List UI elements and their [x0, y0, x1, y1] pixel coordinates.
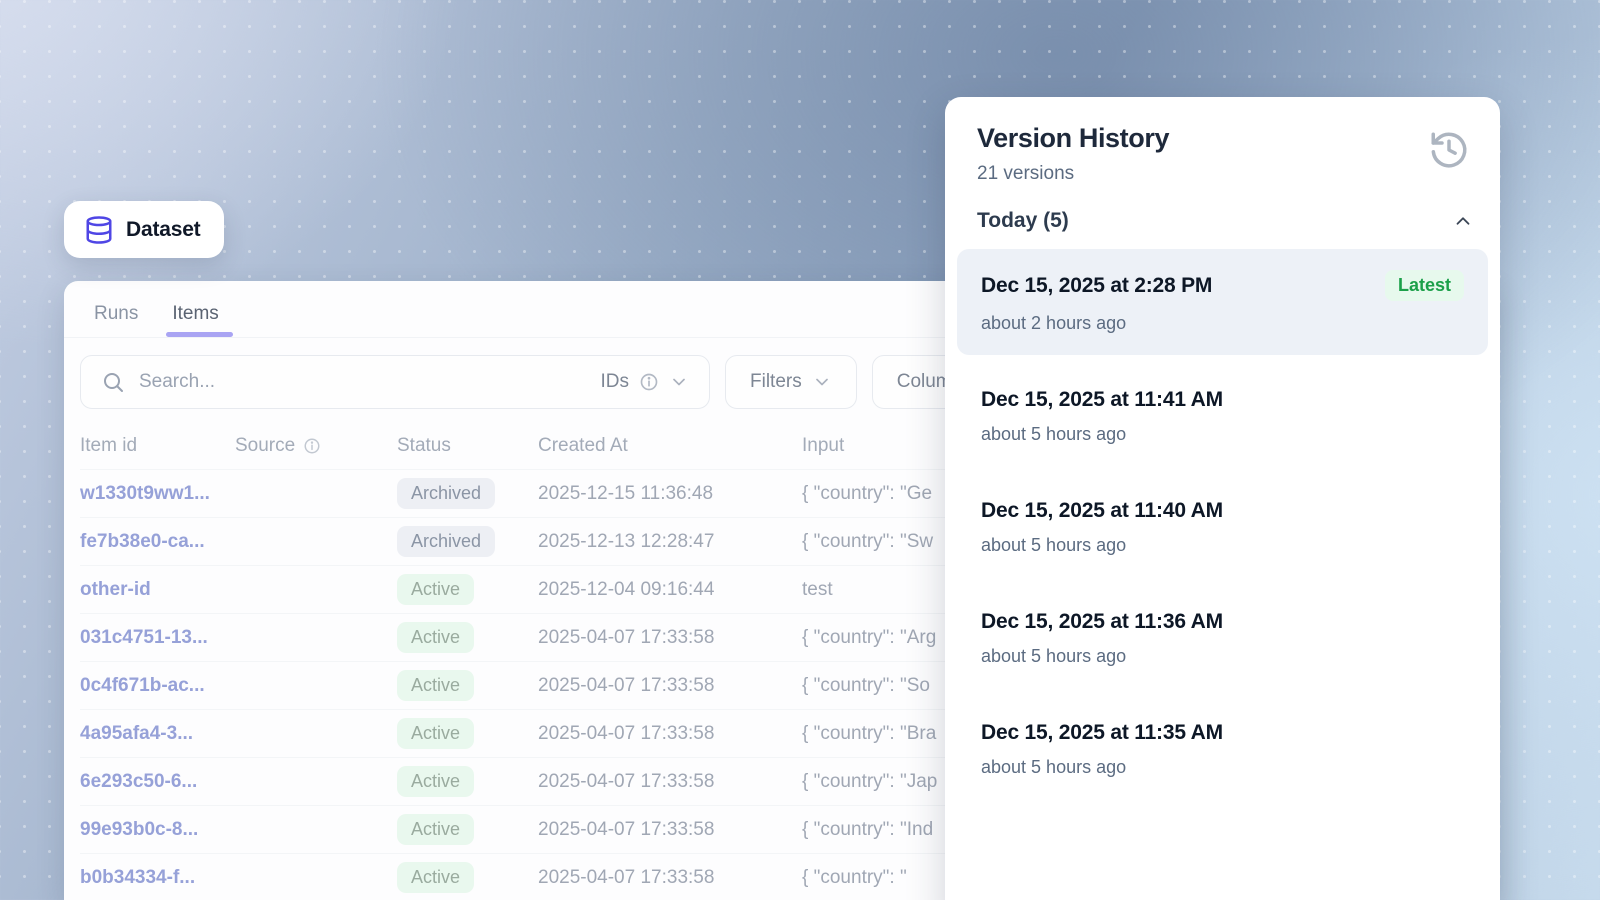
item-id-link[interactable]: 031c4751-13...	[80, 627, 235, 649]
item-id-link[interactable]: other-id	[80, 579, 235, 601]
info-icon	[639, 372, 659, 392]
item-id-link[interactable]: 6e293c50-6...	[80, 771, 235, 793]
status-badge: Active	[397, 670, 474, 701]
tab-items[interactable]: Items	[170, 297, 220, 337]
version-entry-subtitle: about 5 hours ago	[981, 424, 1464, 445]
version-history-panel: Version History 21 versions Today (5) De…	[945, 97, 1500, 900]
status-badge: Active	[397, 622, 474, 653]
created-at-cell: 2025-04-07 17:33:58	[538, 771, 802, 793]
version-entry-latest[interactable]: Dec 15, 2025 at 2:28 PM Latest about 2 h…	[957, 249, 1488, 355]
header-source: Source	[235, 435, 397, 457]
created-at-cell: 2025-04-07 17:33:58	[538, 723, 802, 745]
filters-label: Filters	[750, 371, 802, 393]
header-source-label: Source	[235, 435, 295, 457]
search-placeholder: Search...	[139, 371, 587, 393]
created-at-cell: 2025-04-07 17:33:58	[538, 675, 802, 697]
version-entry-title: Dec 15, 2025 at 11:40 AM	[981, 499, 1223, 523]
item-id-link[interactable]: w1330t9ww1...	[80, 483, 235, 505]
item-id-link[interactable]: 4a95afa4-3...	[80, 723, 235, 745]
tab-runs[interactable]: Runs	[92, 297, 140, 337]
created-at-cell: 2025-12-04 09:16:44	[538, 579, 802, 601]
history-icon	[1428, 129, 1470, 171]
header-created-at: Created At	[538, 435, 802, 457]
version-entry-title: Dec 15, 2025 at 11:36 AM	[981, 610, 1223, 634]
info-icon	[303, 437, 321, 455]
created-at-cell: 2025-04-07 17:33:58	[538, 819, 802, 841]
version-count: 21 versions	[977, 163, 1169, 185]
dataset-chip-label: Dataset	[126, 218, 200, 242]
version-group-label: Today (5)	[977, 209, 1069, 233]
item-id-link[interactable]: 99e93b0c-8...	[80, 819, 235, 841]
status-badge: Active	[397, 574, 474, 605]
created-at-cell: 2025-12-15 11:36:48	[538, 483, 802, 505]
version-entry-title: Dec 15, 2025 at 11:41 AM	[981, 388, 1223, 412]
dataset-chip[interactable]: Dataset	[64, 201, 224, 258]
version-entry[interactable]: Dec 15, 2025 at 11:35 AM about 5 hours a…	[957, 700, 1488, 799]
created-at-cell: 2025-04-07 17:33:58	[538, 867, 802, 889]
version-entry-subtitle: about 5 hours ago	[981, 535, 1464, 556]
status-badge: Archived	[397, 478, 495, 509]
version-history-title: Version History	[977, 123, 1169, 154]
chevron-down-icon	[669, 372, 689, 392]
version-entry-subtitle: about 5 hours ago	[981, 646, 1464, 667]
created-at-cell: 2025-12-13 12:28:47	[538, 531, 802, 553]
header-status: Status	[397, 435, 538, 457]
chevron-down-icon	[812, 372, 832, 392]
item-id-link[interactable]: fe7b38e0-ca...	[80, 531, 235, 553]
version-list: Dec 15, 2025 at 2:28 PM Latest about 2 h…	[957, 249, 1488, 799]
status-badge: Archived	[397, 526, 495, 557]
search-icon	[101, 370, 125, 394]
ids-dropdown[interactable]: IDs	[601, 371, 690, 393]
version-entry-subtitle: about 5 hours ago	[981, 757, 1464, 778]
ids-label: IDs	[601, 371, 630, 393]
header-item-id: Item id	[80, 435, 235, 457]
status-badge: Active	[397, 766, 474, 797]
item-id-link[interactable]: 0c4f671b-ac...	[80, 675, 235, 697]
version-group-today[interactable]: Today (5)	[945, 185, 1500, 249]
status-badge: Active	[397, 862, 474, 893]
version-entry[interactable]: Dec 15, 2025 at 11:41 AM about 5 hours a…	[957, 367, 1488, 466]
item-id-link[interactable]: b0b34334-f...	[80, 867, 235, 889]
version-history-header: Version History 21 versions	[945, 97, 1500, 185]
search-input[interactable]: Search... IDs	[80, 355, 710, 409]
version-entry-title: Dec 15, 2025 at 2:28 PM	[981, 274, 1212, 298]
version-entry[interactable]: Dec 15, 2025 at 11:36 AM about 5 hours a…	[957, 589, 1488, 688]
status-badge: Active	[397, 814, 474, 845]
latest-badge: Latest	[1385, 270, 1464, 301]
filters-button[interactable]: Filters	[725, 355, 857, 409]
created-at-cell: 2025-04-07 17:33:58	[538, 627, 802, 649]
status-badge: Active	[397, 718, 474, 749]
database-icon	[84, 215, 114, 245]
version-entry-title: Dec 15, 2025 at 11:35 AM	[981, 721, 1223, 745]
version-entry-subtitle: about 2 hours ago	[981, 313, 1464, 334]
version-entry[interactable]: Dec 15, 2025 at 11:40 AM about 5 hours a…	[957, 478, 1488, 577]
chevron-up-icon[interactable]	[1452, 210, 1474, 232]
